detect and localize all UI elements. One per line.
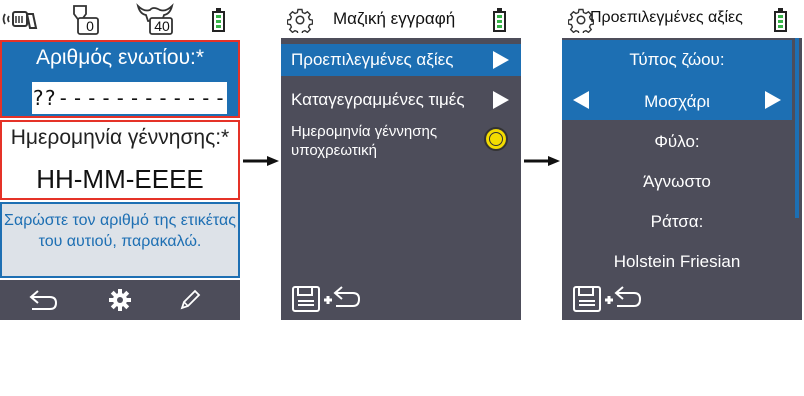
animal-type-label: Τύπος ζώου: bbox=[629, 50, 725, 69]
menu-item-label: Καταγεγραμμένες τιμές bbox=[291, 90, 465, 109]
save-back-icon[interactable] bbox=[572, 284, 644, 319]
status-bar: 0 40 bbox=[0, 0, 240, 38]
eartag-digit-cell: - bbox=[114, 86, 127, 110]
status-counter-2: 40 bbox=[154, 18, 170, 34]
menu-item-birthdate-required[interactable]: Ημερομηνία γέννησης υποχρεωτική bbox=[281, 120, 521, 164]
eartag-digit-cell: - bbox=[156, 86, 169, 110]
back-icon[interactable] bbox=[28, 288, 60, 312]
flow-arrow-icon bbox=[243, 156, 279, 166]
eartag-digit-cell: - bbox=[128, 86, 141, 110]
scrollbar[interactable] bbox=[795, 38, 799, 218]
title-bar: Προεπιλεγμένες αξίες bbox=[562, 0, 802, 38]
eartag-digit-cell: - bbox=[99, 86, 112, 110]
eartag-digit-cell: - bbox=[171, 86, 184, 110]
breed-value[interactable]: Holstein Friesian bbox=[562, 252, 792, 272]
sex-value[interactable]: Άγνωστο bbox=[562, 172, 792, 192]
toggle-radio-icon[interactable] bbox=[484, 127, 508, 151]
menu-panel: Προεπιλεγμένες αξίες Καταγεγραμμένες τιμ… bbox=[281, 38, 521, 320]
arrow-right-icon[interactable] bbox=[765, 91, 781, 109]
animal-count-icon: 0 bbox=[68, 2, 100, 36]
scan-instruction-message: Σαρώστε τον αριθμό της ετικέτας του αυτι… bbox=[0, 202, 240, 278]
default-values-screen: Προεπιλεγμένες αξίες Τύπος ζώου: Μοσχάρι… bbox=[562, 0, 802, 320]
birth-date-label: Ημερομηνία γέννησης:* bbox=[10, 126, 230, 149]
scanner-icon bbox=[2, 11, 38, 29]
menu-item-default-values[interactable]: Προεπιλεγμένες αξίες bbox=[281, 44, 521, 76]
birth-date-section[interactable]: Ημερομηνία γέννησης:* ΗΗ-ΜΜ-ΕΕΕΕ bbox=[0, 120, 240, 200]
page-title: Μαζική εγγραφή bbox=[333, 9, 456, 28]
pencil-icon[interactable] bbox=[178, 288, 202, 312]
eartag-digit-cell: - bbox=[199, 86, 212, 110]
gear-icon[interactable] bbox=[108, 288, 132, 312]
bulk-registration-screen: Μαζική εγγραφή Προεπιλεγμένες αξίες Κατα… bbox=[281, 0, 521, 320]
save-back-icon[interactable] bbox=[291, 284, 363, 319]
flow-arrow-icon bbox=[524, 156, 560, 166]
breed-label: Ράτσα: bbox=[650, 212, 704, 231]
footer-toolbar bbox=[0, 280, 240, 320]
birth-date-input[interactable]: ΗΗ-ΜΜ-ΕΕΕΕ bbox=[2, 164, 238, 195]
cow-count-icon: 40 bbox=[136, 2, 176, 36]
arrow-right-icon bbox=[493, 51, 509, 69]
defaults-panel: Τύπος ζώου: Μοσχάρι Φύλο: Άγνωστο Ράτσα:… bbox=[562, 38, 802, 320]
eartag-label: Αριθμός ενωτίου:* bbox=[35, 46, 205, 69]
eartag-digit-cell: - bbox=[71, 86, 84, 110]
menu-item-label: Ημερομηνία γέννησης υποχρεωτική bbox=[291, 123, 438, 159]
eartag-digit-cell: ?? bbox=[32, 86, 57, 110]
eartag-digit-cell: - bbox=[85, 86, 98, 110]
status-counter-1: 0 bbox=[86, 18, 94, 34]
menu-item-label: Προεπιλεγμένες αξίες bbox=[291, 50, 454, 69]
animal-type-selector[interactable]: Τύπος ζώου: Μοσχάρι bbox=[562, 40, 792, 120]
gear-icon[interactable] bbox=[287, 7, 313, 33]
eartag-section[interactable]: Αριθμός ενωτίου:* ?? - - - - - - - - - - - - bbox=[0, 40, 240, 118]
eartag-digit-cell: - bbox=[185, 86, 198, 110]
menu-item-recorded-values[interactable]: Καταγεγραμμένες τιμές bbox=[281, 84, 521, 116]
animal-type-value: Μοσχάρι bbox=[644, 92, 710, 111]
eartag-digit-cell: - bbox=[57, 86, 70, 110]
battery-icon bbox=[774, 8, 787, 32]
page-title: Προεπιλεγμένες αξίες bbox=[590, 9, 743, 26]
eartag-input[interactable]: ?? - - - - - - - - - - - - bbox=[32, 82, 227, 114]
eartag-entry-screen: 0 40 Αριθμός ενωτίου:* ?? - - - - - - - - - - - - Ημ… bbox=[0, 0, 240, 320]
eartag-digit-cell: - bbox=[213, 86, 226, 110]
arrow-right-icon bbox=[493, 91, 509, 109]
eartag-digit-cell: - bbox=[142, 86, 155, 110]
battery-icon bbox=[493, 8, 506, 32]
sex-label: Φύλο: bbox=[654, 132, 700, 151]
battery-icon bbox=[212, 8, 225, 32]
title-bar: Μαζική εγγραφή bbox=[281, 0, 521, 38]
